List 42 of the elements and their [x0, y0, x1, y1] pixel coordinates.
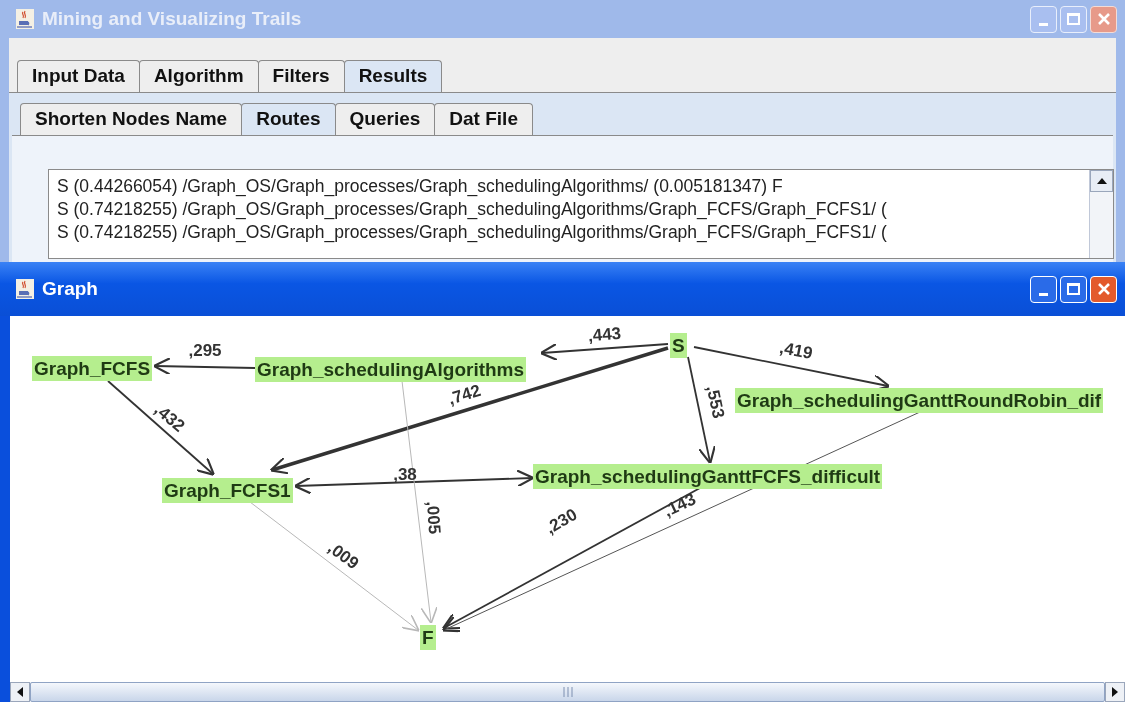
graph-node[interactable]: S: [670, 333, 687, 358]
graph-node[interactable]: Graph_FCFS: [32, 356, 153, 381]
edge-weight: ,38: [393, 465, 417, 484]
minimize-icon: [1039, 292, 1048, 296]
edge-weight: ,009: [324, 538, 363, 574]
window-title: Mining and Visualizing Trails: [42, 6, 302, 31]
graph-node[interactable]: Graph_schedulingGanttFCFS_difficult: [533, 464, 883, 489]
edge-weight: ,295: [188, 341, 222, 360]
graph-node[interactable]: Graph_FCFS1: [162, 478, 293, 503]
coffee-cup-icon: [16, 279, 34, 299]
graph-node[interactable]: Graph_schedulingGanttRoundRobin_dif: [735, 388, 1104, 413]
minimize-icon: [1039, 22, 1048, 26]
coffee-cup-icon: [16, 9, 34, 29]
tab[interactable]: Dat File: [434, 103, 533, 135]
vertical-scrollbar[interactable]: [1089, 170, 1113, 258]
close-icon: [1096, 12, 1111, 26]
window-title: Graph: [42, 276, 98, 301]
maximize-icon: [1067, 13, 1080, 25]
scroll-right-button[interactable]: [1105, 682, 1125, 702]
tab[interactable]: Queries: [334, 103, 436, 135]
route-line[interactable]: S (0.74218255) /Graph_OS/Graph_processes/Graph_schedulingAlgorithms/Graph_FCFS/Graph_FCFS1/ (: [57, 198, 1089, 221]
route-line[interactable]: S (0.74218255) /Graph_OS/Graph_processes/Graph_schedulingAlgorithms/Graph_FCFS/Graph_FCFS1/ (: [57, 221, 1089, 244]
left-arrow-icon: [17, 687, 23, 697]
tab[interactable]: Input Data: [17, 60, 140, 92]
edge-weight: ,230: [542, 504, 581, 538]
edge-weight: ,742: [445, 380, 483, 409]
edge-weight: ,419: [778, 338, 815, 364]
edge-weight: ,553: [702, 383, 729, 420]
tab[interactable]: Shorten Nodes Name: [20, 103, 243, 135]
graph-node[interactable]: F: [420, 625, 436, 650]
maximize-icon: [1067, 283, 1080, 295]
edge-weight: ,005: [422, 500, 445, 535]
right-arrow-icon: [1112, 687, 1118, 697]
edge-weight: ,443: [587, 323, 622, 346]
scroll-left-button[interactable]: [10, 682, 30, 702]
route-line[interactable]: S (0.44266054) /Graph_OS/Graph_processes/Graph_schedulingAlgorithms/ (0.005181347) F: [57, 175, 1089, 198]
edge-weight: ,432: [150, 399, 189, 436]
tab[interactable]: Results: [343, 60, 443, 92]
scroll-up-button[interactable]: [1090, 170, 1113, 192]
close-icon: [1096, 282, 1111, 296]
graph-node[interactable]: Graph_schedulingAlgorithms: [255, 357, 527, 382]
up-arrow-icon: [1096, 178, 1107, 184]
